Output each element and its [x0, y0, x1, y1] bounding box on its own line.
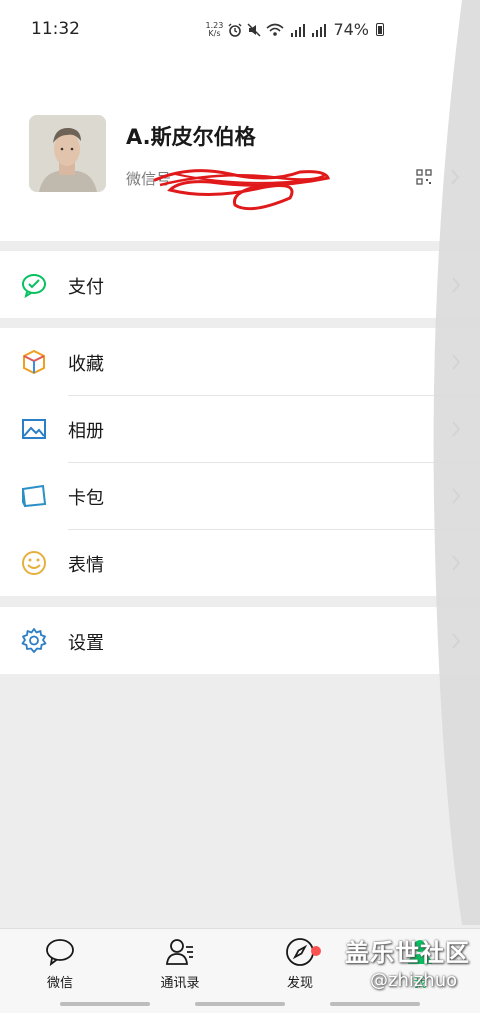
menu-item-favorites[interactable]: 收藏	[0, 328, 480, 395]
unread-badge-dot	[311, 946, 321, 956]
status-bar: 11:32 1.23 K/s 74%	[0, 0, 480, 60]
gear-icon	[21, 628, 47, 653]
menu-item-album[interactable]: 相册	[0, 395, 480, 462]
menu-label-favorites: 收藏	[68, 354, 104, 375]
nav-gesture-bar-left	[60, 1002, 150, 1006]
contacts-icon	[166, 939, 193, 965]
wifi-icon	[266, 23, 284, 36]
signal-4g-icon-2	[312, 23, 327, 37]
nav-gesture-bar-center	[195, 1002, 285, 1006]
wechat-pay-icon	[22, 274, 46, 298]
chevron-right-icon	[452, 354, 461, 370]
menu-group-main: 收藏 相册 卡包 表情	[0, 328, 480, 596]
chevron-right-icon	[452, 555, 461, 571]
chevron-right-icon	[452, 633, 461, 649]
menu-item-stickers[interactable]: 表情	[0, 529, 480, 596]
chat-bubble-icon	[46, 939, 74, 967]
tab-label-contacts: 通讯录	[160, 976, 200, 991]
menu-label-stickers: 表情	[68, 555, 104, 576]
menu-label-album: 相册	[68, 421, 104, 442]
watermark-handle: @zhizhuo	[370, 970, 458, 991]
menu-item-settings[interactable]: 设置	[0, 607, 480, 674]
tab-discover[interactable]: 发现	[260, 937, 340, 991]
chevron-right-icon	[452, 277, 461, 293]
tab-contacts[interactable]: 通讯录	[140, 937, 220, 991]
menu-label-cards: 卡包	[68, 488, 104, 509]
qr-code-icon[interactable]	[416, 169, 432, 185]
wallet-icon	[21, 484, 47, 508]
chevron-right-icon	[451, 169, 460, 185]
tab-label-chats: 微信	[46, 976, 73, 991]
tab-chats[interactable]: 微信	[20, 937, 100, 991]
cube-icon	[23, 349, 45, 375]
menu-group-settings: 设置	[0, 607, 480, 674]
chevron-right-icon	[452, 488, 461, 504]
status-time: 11:32	[31, 19, 80, 39]
avatar[interactable]	[29, 115, 106, 192]
watermark-title: 盖乐世社区	[345, 939, 470, 967]
menu-item-cards[interactable]: 卡包	[0, 462, 480, 529]
network-speed: 1.23 K/s	[205, 21, 224, 38]
battery-level: 74%	[333, 20, 369, 39]
alarm-icon	[228, 23, 242, 37]
menu-label-settings: 设置	[68, 633, 104, 654]
menu-group-pay: 支付	[0, 251, 480, 318]
nav-gesture-bar-right	[330, 1002, 420, 1006]
me-screen: 11:32 1.23 K/s 74% A.斯皮尔伯格 微信号 支付 收藏 相册 …	[0, 0, 480, 1013]
profile-name: A.斯皮尔伯格	[126, 125, 256, 149]
signal-4g-icon	[291, 23, 306, 37]
picture-icon	[22, 419, 46, 439]
battery-icon	[376, 23, 384, 36]
menu-label-pay: 支付	[68, 277, 104, 298]
smiley-icon	[22, 551, 46, 575]
menu-item-pay[interactable]: 支付	[0, 251, 480, 318]
status-icons: 1.23 K/s 74%	[205, 20, 384, 39]
profile-card[interactable]: A.斯皮尔伯格 微信号	[0, 60, 480, 241]
tab-label-discover: 发现	[286, 976, 313, 991]
network-speed-unit: K/s	[208, 28, 221, 38]
chevron-right-icon	[452, 421, 461, 437]
redaction-scribble	[153, 169, 331, 211]
mute-icon	[247, 22, 261, 37]
